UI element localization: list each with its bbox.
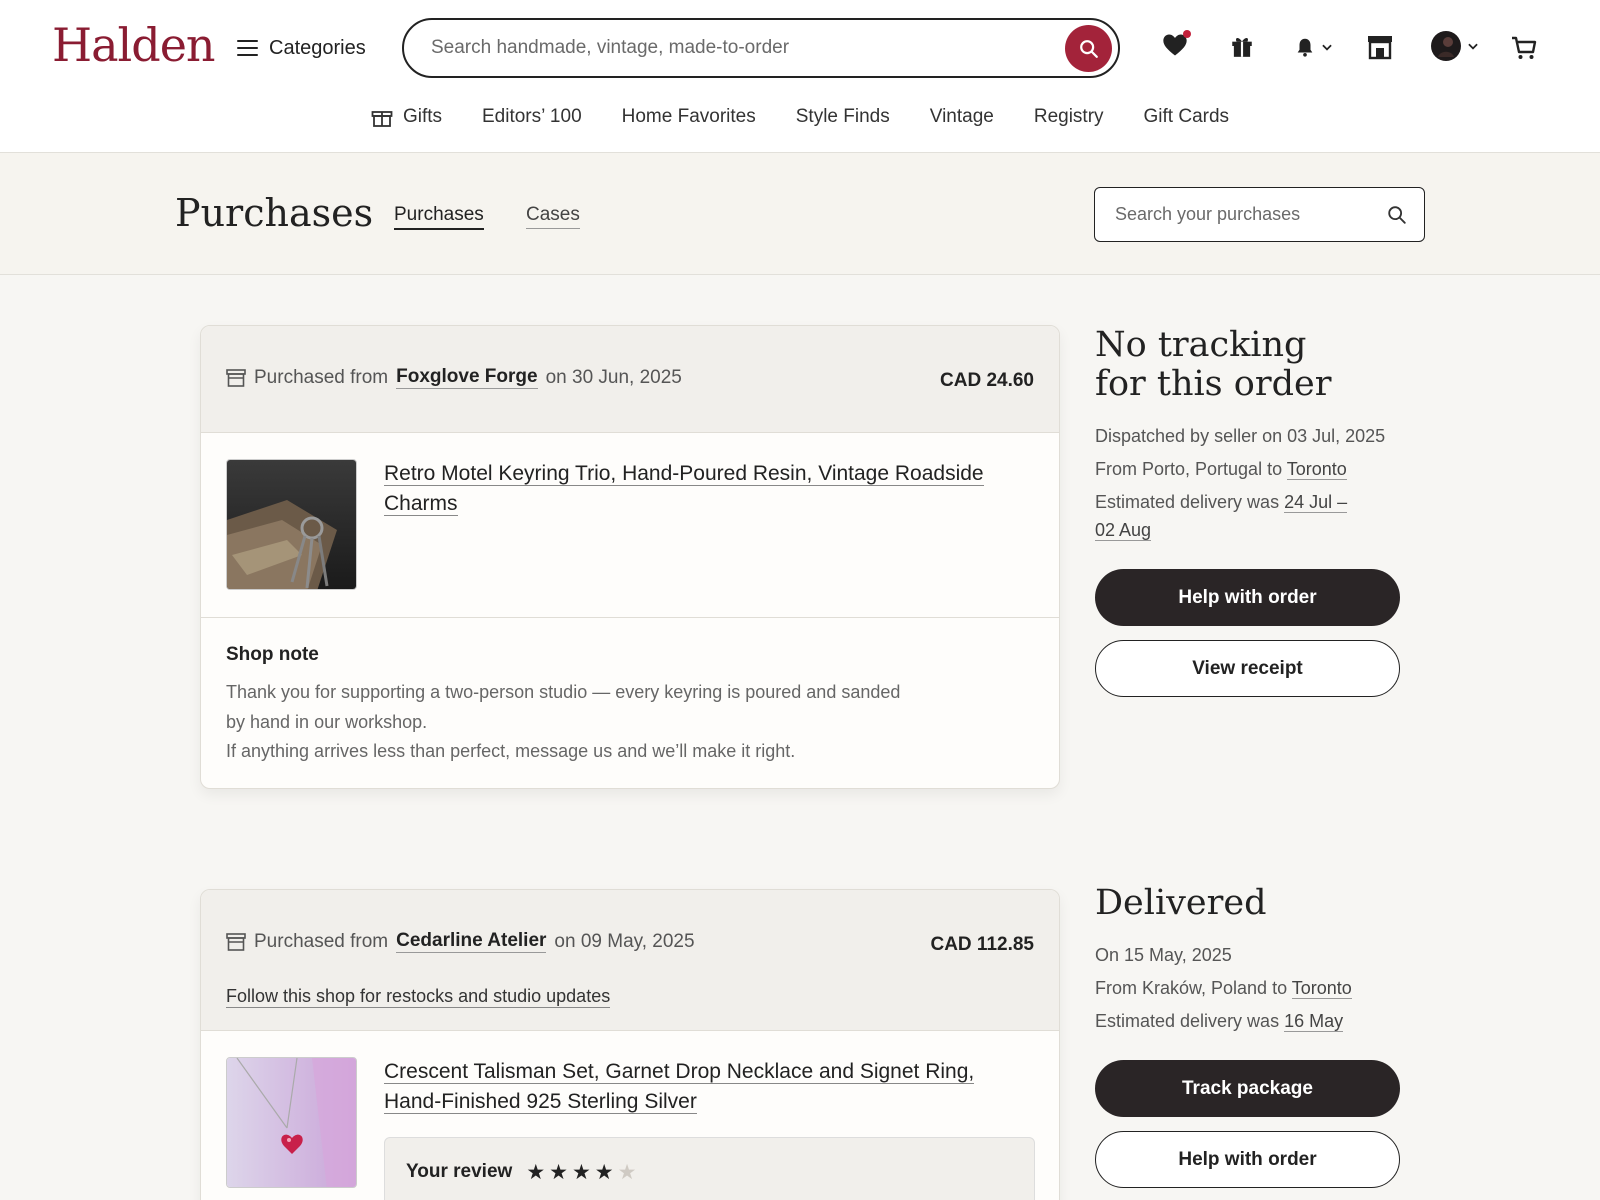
star-icon: ★ — [571, 1160, 591, 1184]
track-package-button[interactable]: Track package — [1095, 1060, 1400, 1117]
site-search — [402, 18, 1120, 78]
star-icon: ★ — [594, 1160, 614, 1184]
cart-button[interactable] — [1510, 34, 1538, 62]
follow-shop-link[interactable]: Follow this shop for restocks and studio… — [226, 986, 611, 1008]
order-price: CAD 112.85 — [930, 934, 1034, 955]
notification-dot — [1183, 30, 1191, 38]
favorites-button[interactable] — [1161, 30, 1191, 59]
shop-link[interactable]: Cedarline Atelier — [396, 930, 547, 953]
shop-manager-button[interactable] — [1366, 34, 1394, 60]
shop-note-title: Shop note — [226, 644, 319, 665]
nav-label: Gifts — [402, 106, 442, 127]
purchased-from-label: Purchased from — [254, 366, 389, 388]
dispatched-info: Dispatched by seller on 03 Jul, 2025 — [1095, 426, 1386, 446]
status-title: No tracking for this order — [1095, 325, 1332, 404]
delivered-date: On 15 May, 2025 — [1095, 945, 1232, 965]
purchases-search — [1094, 187, 1425, 242]
view-receipt-button[interactable]: View receipt — [1095, 640, 1400, 697]
route-info: From Porto, Portugal to Toronto — [1095, 459, 1347, 480]
search-icon[interactable] — [1386, 204, 1408, 226]
order-price: CAD 24.60 — [940, 370, 1034, 391]
status-title: Delivered — [1095, 883, 1267, 923]
shop-note-line: If anything arrives less than perfect, m… — [226, 741, 796, 761]
star-icon: ★ — [549, 1160, 568, 1184]
purchased-from: Purchased from Foxglove Forge on 30 Jun,… — [226, 366, 682, 389]
store-icon — [226, 368, 246, 387]
gift-button[interactable] — [1229, 33, 1255, 59]
categories-label: Categories — [269, 36, 366, 59]
cart-icon — [1512, 36, 1537, 59]
star-icon: ★ — [617, 1160, 637, 1184]
purchased-from-label: Purchased from — [254, 930, 389, 952]
nav-item-editors-100[interactable]: Editors’ 100 — [462, 103, 602, 131]
nav-item-gifts[interactable]: Gifts — [351, 103, 462, 131]
avatar — [1431, 31, 1461, 61]
bell-icon — [1297, 38, 1313, 57]
gift-icon — [1232, 37, 1252, 57]
nav-item-home-favorites[interactable]: Home Favorites — [602, 103, 776, 131]
estimated-delivery: Estimated delivery was 24 Jul –02 Aug — [1095, 492, 1348, 541]
route-info: From Kraków, Poland to Toronto — [1095, 978, 1352, 999]
help-with-order-button[interactable]: Help with order — [1095, 1131, 1400, 1188]
review-label: Your review — [406, 1161, 513, 1182]
chevron-down-icon — [1322, 44, 1332, 51]
tab-cases[interactable]: Cases — [526, 204, 580, 229]
menu-icon — [237, 40, 258, 56]
destination-link[interactable]: Toronto — [1286, 459, 1347, 480]
site-header: Halden Categories Gifts — [0, 0, 1600, 153]
order-date: on 30 Jun, 2025 — [545, 366, 682, 388]
purchases-search-input[interactable] — [1115, 204, 1375, 225]
search-icon — [1079, 39, 1098, 58]
your-review[interactable]: Your review ★ ★ ★ ★ ★ — [384, 1137, 1035, 1200]
order-card: Purchased from Cedarline Atelier on 09 M… — [200, 889, 1060, 1200]
shop-note: Shop note Thank you for supporting a two… — [201, 617, 1059, 788]
site-search-input[interactable] — [431, 37, 1031, 59]
site-search-button[interactable] — [1065, 25, 1112, 72]
site-logo[interactable]: Halden — [52, 18, 216, 72]
purchases-header: Purchases Purchases Cases — [0, 153, 1600, 275]
notifications-button[interactable] — [1294, 36, 1334, 58]
shop-note-line: by hand in our workshop. — [226, 711, 428, 732]
main-nav: Gifts Editors’ 100 Home Favorites Style … — [0, 103, 1600, 131]
order-status: No tracking for this order Dispatched by … — [1095, 326, 1405, 697]
page-title: Purchases — [175, 191, 374, 235]
item-title-link[interactable]: Retro Motel Keyring Trio, Hand-Poured Re… — [384, 459, 1024, 519]
order-date: on 09 May, 2025 — [554, 930, 695, 952]
order-item: Retro Motel Keyring Trio, Hand-Poured Re… — [201, 433, 1059, 617]
order-card: Purchased from Foxglove Forge on 30 Jun,… — [200, 325, 1060, 789]
nav-item-vintage[interactable]: Vintage — [910, 103, 1014, 131]
store-icon — [226, 932, 246, 951]
order-header: Purchased from Cedarline Atelier on 09 M… — [201, 890, 1059, 1031]
shop-icon — [1368, 36, 1392, 60]
purchased-from: Purchased from Cedarline Atelier on 09 M… — [226, 930, 695, 953]
nav-item-gift-cards[interactable]: Gift Cards — [1124, 103, 1250, 131]
shop-link[interactable]: Foxglove Forge — [396, 366, 538, 389]
estimated-delivery: Estimated delivery was 16 May — [1095, 1011, 1344, 1032]
gift-icon — [371, 111, 393, 127]
order-item: Crescent Talisman Set, Garnet Drop Neckl… — [201, 1031, 1059, 1200]
order-header: Purchased from Foxglove Forge on 30 Jun,… — [201, 326, 1059, 433]
item-thumbnail[interactable] — [226, 459, 357, 590]
shop-note-line: Thank you for supporting a two-person st… — [226, 682, 901, 702]
order-status: Delivered On 15 May, 2025 From Kraków, P… — [1095, 884, 1405, 1188]
item-thumbnail[interactable] — [226, 1057, 357, 1188]
account-button[interactable] — [1430, 30, 1480, 62]
help-with-order-button[interactable]: Help with order — [1095, 569, 1400, 626]
categories-button[interactable]: Categories — [237, 34, 366, 62]
nav-item-registry[interactable]: Registry — [1014, 103, 1124, 131]
star-icon: ★ — [526, 1160, 546, 1184]
nav-item-style-finds[interactable]: Style Finds — [776, 103, 910, 131]
item-title-link[interactable]: Crescent Talisman Set, Garnet Drop Neckl… — [384, 1057, 1024, 1117]
chevron-down-icon — [1468, 43, 1478, 50]
star-rating: ★ ★ ★ ★ ★ — [526, 1160, 636, 1185]
destination-link[interactable]: Toronto — [1291, 978, 1352, 999]
tab-purchases[interactable]: Purchases — [394, 204, 484, 230]
